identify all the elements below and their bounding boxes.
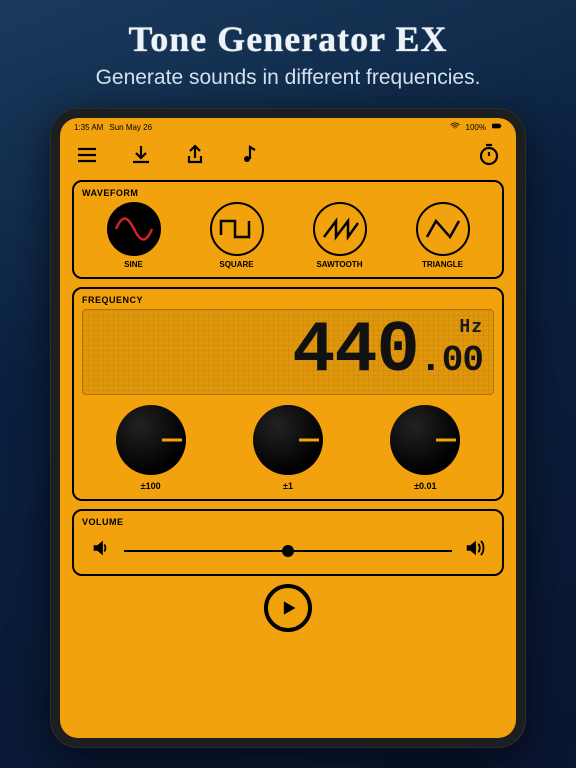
frequency-integer: 440 bbox=[292, 310, 419, 392]
sawtooth-icon bbox=[320, 215, 360, 243]
waveform-title: WAVEFORM bbox=[82, 188, 494, 198]
frequency-value: 440.00 bbox=[93, 320, 483, 392]
menu-button[interactable] bbox=[74, 142, 100, 168]
sine-icon bbox=[114, 215, 154, 243]
share-icon bbox=[183, 143, 207, 167]
status-bar: 1:35 AM Sun May 26 100% bbox=[60, 118, 516, 134]
app-screen: 1:35 AM Sun May 26 100% bbox=[60, 118, 516, 738]
knob-dial[interactable] bbox=[253, 405, 323, 475]
status-date: Sun May 26 bbox=[109, 123, 152, 132]
waveform-label: TRIANGLE bbox=[422, 260, 463, 269]
volume-slider[interactable] bbox=[124, 550, 452, 552]
frequency-dot: . bbox=[419, 338, 442, 383]
knob-label: ±100 bbox=[141, 481, 161, 491]
frequency-display[interactable]: Hz 440.00 bbox=[82, 309, 494, 395]
music-note-icon bbox=[237, 143, 261, 167]
waveform-label: SAWTOOTH bbox=[316, 260, 362, 269]
play-button[interactable] bbox=[264, 584, 312, 632]
waveform-triangle[interactable]: TRIANGLE bbox=[416, 202, 470, 269]
knob-label: ±0.01 bbox=[414, 481, 436, 491]
wifi-icon bbox=[450, 121, 460, 133]
waveform-label: SQUARE bbox=[219, 260, 253, 269]
waveform-panel: WAVEFORM SINE SQUARE SAWTOOTH TRIANGLE bbox=[72, 180, 504, 279]
toolbar bbox=[60, 134, 516, 176]
volume-title: VOLUME bbox=[82, 517, 494, 527]
timer-icon bbox=[477, 143, 501, 167]
note-button[interactable] bbox=[236, 142, 262, 168]
frequency-panel: FREQUENCY Hz 440.00 ±100 ±1 ±0.01 bbox=[72, 287, 504, 501]
play-icon bbox=[278, 598, 298, 618]
status-time: 1:35 AM bbox=[74, 123, 103, 132]
waveform-label: SINE bbox=[124, 260, 143, 269]
knob-label: ±1 bbox=[283, 481, 293, 491]
download-icon bbox=[129, 143, 153, 167]
timer-button[interactable] bbox=[476, 142, 502, 168]
waveform-square[interactable]: SQUARE bbox=[210, 202, 264, 269]
waveform-sawtooth[interactable]: SAWTOOTH bbox=[313, 202, 367, 269]
square-icon bbox=[217, 215, 257, 243]
volume-high-icon[interactable] bbox=[464, 537, 486, 564]
waveform-sine[interactable]: SINE bbox=[107, 202, 161, 269]
frequency-title: FREQUENCY bbox=[82, 295, 494, 305]
knob-coarse[interactable]: ±100 bbox=[116, 405, 186, 491]
knob-dial[interactable] bbox=[390, 405, 460, 475]
battery-icon bbox=[492, 121, 502, 133]
promo-subtitle: Generate sounds in different frequencies… bbox=[0, 66, 576, 90]
menu-icon bbox=[75, 143, 99, 167]
import-button[interactable] bbox=[128, 142, 154, 168]
knob-fine[interactable]: ±0.01 bbox=[390, 405, 460, 491]
tablet-frame: 1:35 AM Sun May 26 100% bbox=[50, 108, 526, 748]
status-battery: 100% bbox=[466, 123, 486, 132]
export-button[interactable] bbox=[182, 142, 208, 168]
volume-low-icon[interactable] bbox=[90, 537, 112, 564]
promo-title: Tone Generator EX bbox=[0, 0, 576, 60]
triangle-icon bbox=[423, 215, 463, 243]
knob-medium[interactable]: ±1 bbox=[253, 405, 323, 491]
knob-dial[interactable] bbox=[116, 405, 186, 475]
frequency-fraction: 00 bbox=[442, 340, 483, 381]
volume-panel: VOLUME bbox=[72, 509, 504, 576]
